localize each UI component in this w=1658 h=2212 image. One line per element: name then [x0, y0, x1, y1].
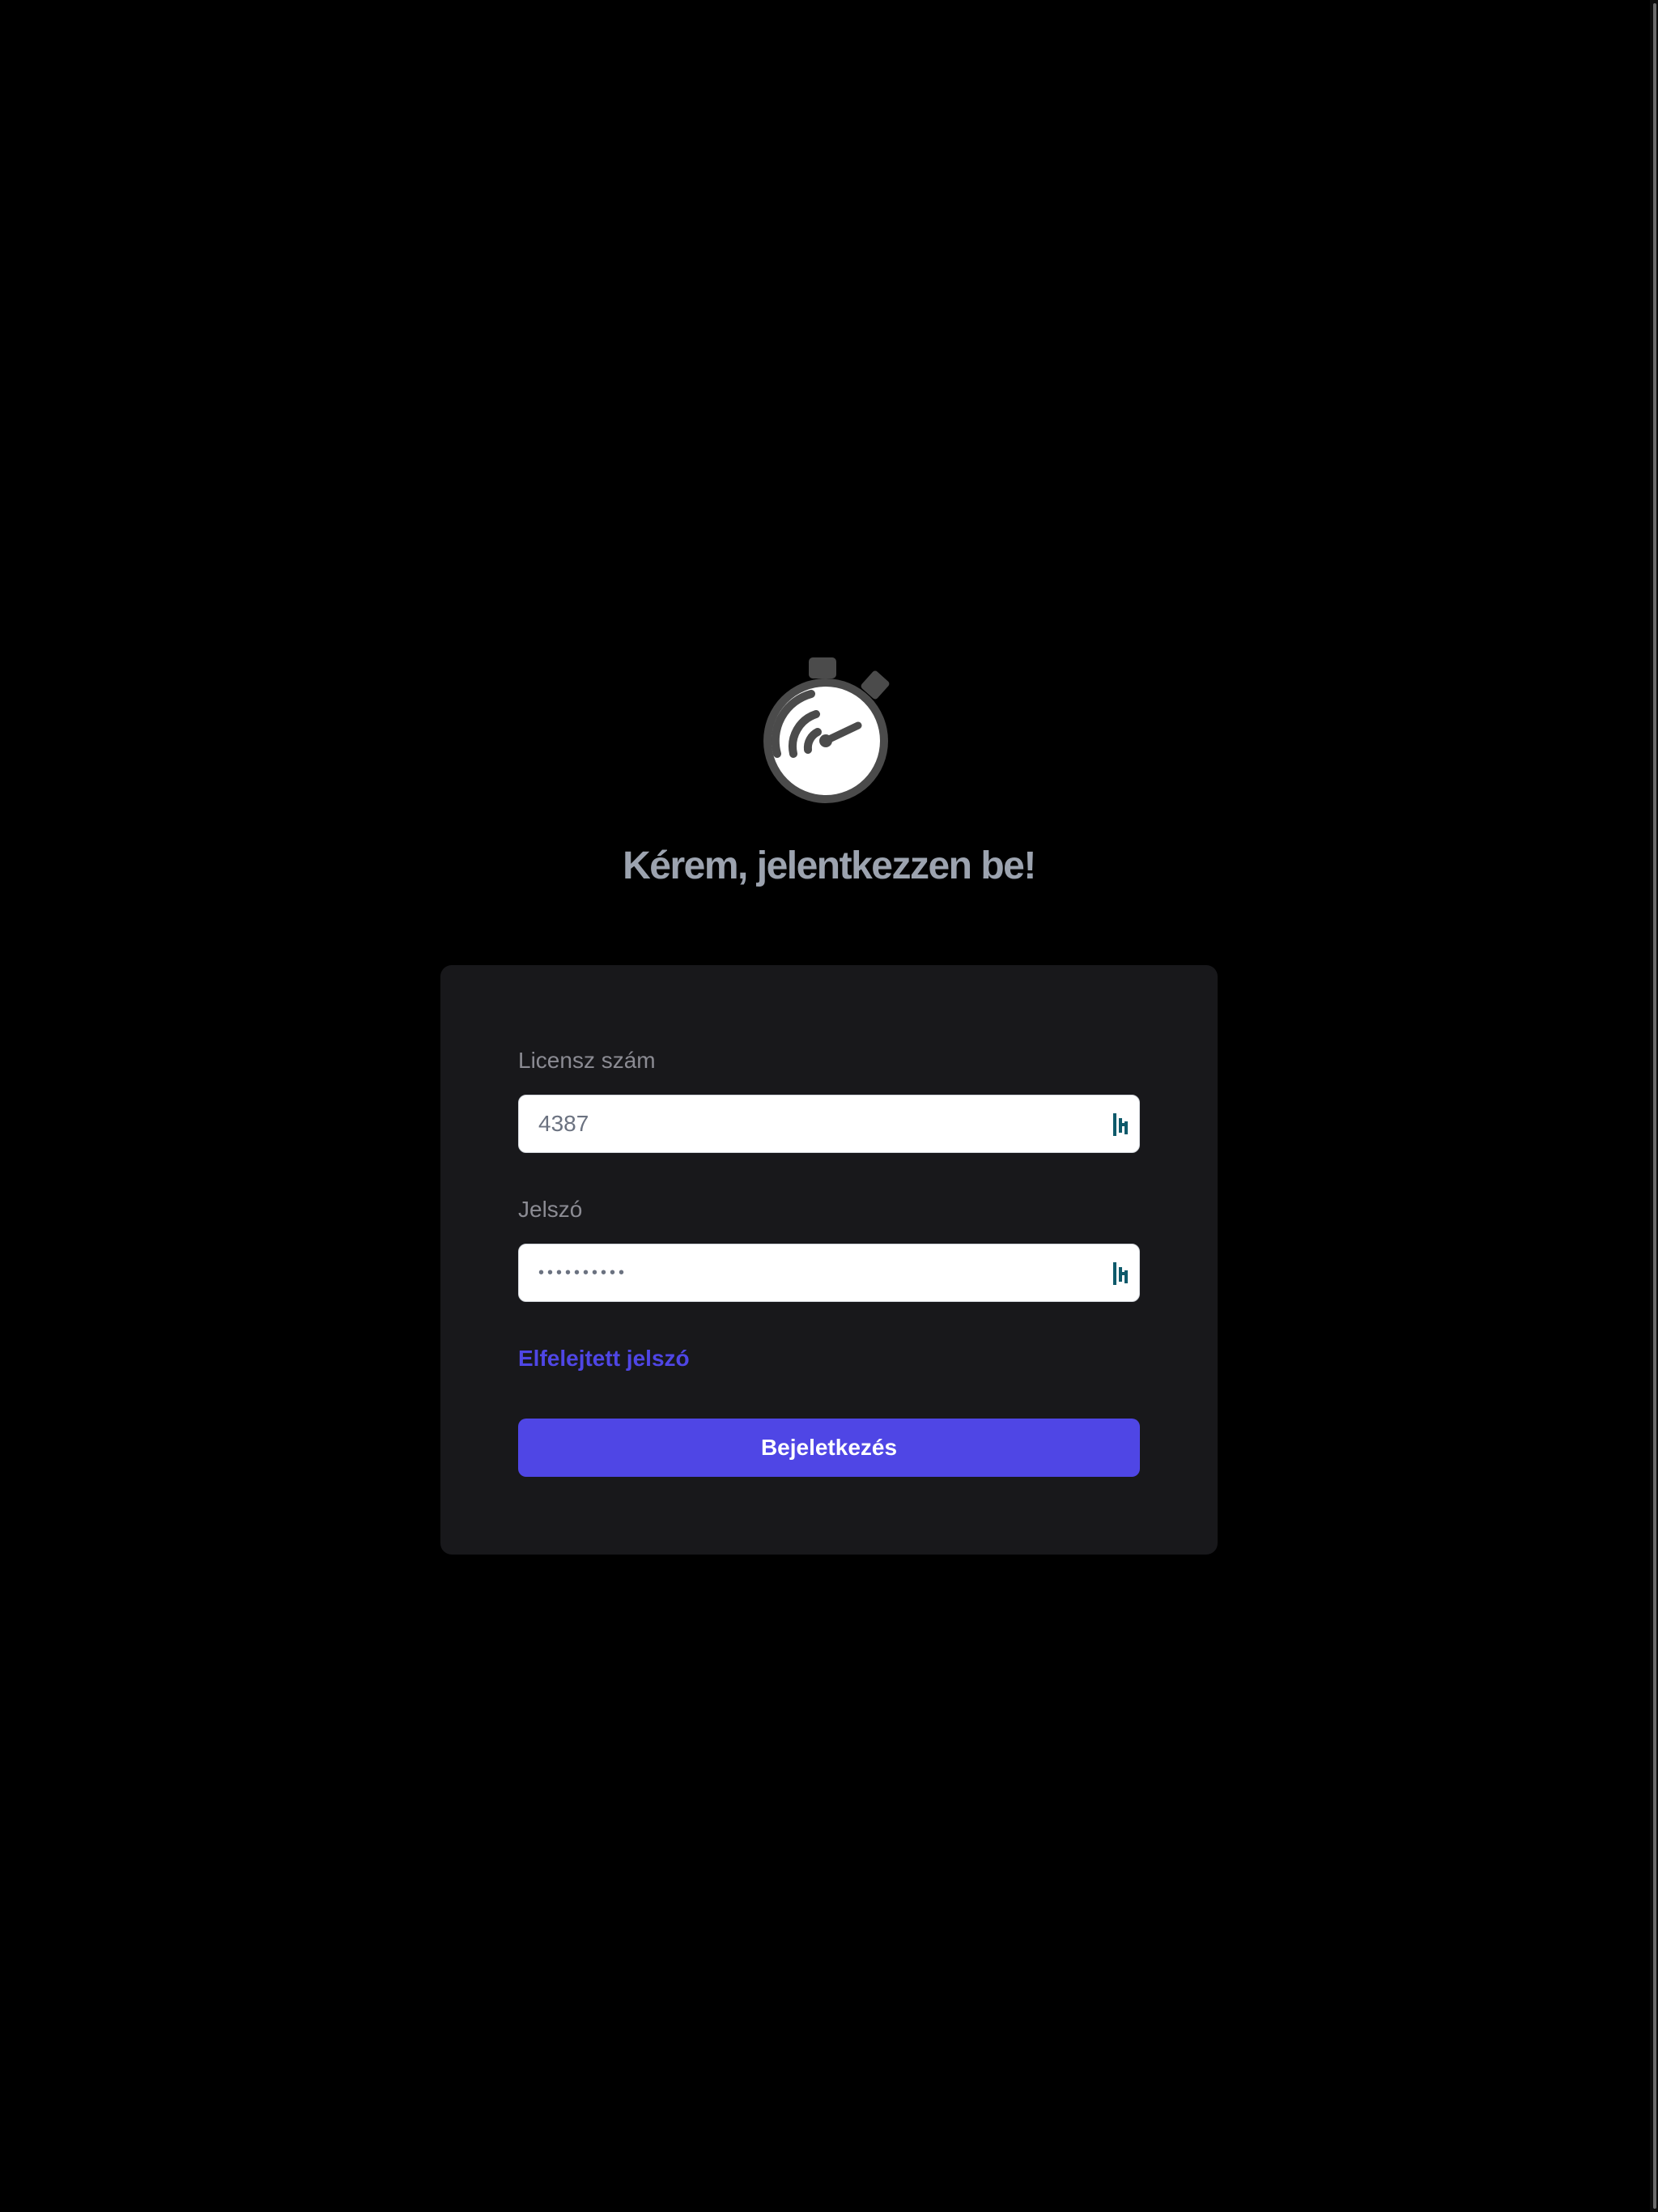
login-page: Kérem, jelentkezzen be! Licensz szám Jel…: [0, 0, 1658, 2212]
login-card: Licensz szám Jelszó Elfelejtett jelszó B…: [440, 965, 1218, 1555]
scrollbar-thumb[interactable]: [1653, 3, 1656, 2209]
license-number-input[interactable]: [519, 1095, 1139, 1152]
login-button[interactable]: Bejeletkezés: [518, 1419, 1140, 1477]
password-manager-icon[interactable]: [1112, 1261, 1131, 1287]
scrollbar[interactable]: [1650, 0, 1658, 2212]
license-number-field-wrapper: [518, 1095, 1140, 1153]
password-manager-icon[interactable]: [1112, 1112, 1131, 1138]
stopwatch-icon: [763, 657, 890, 803]
password-input[interactable]: [519, 1244, 1139, 1301]
forgot-password-link[interactable]: Elfelejtett jelszó: [518, 1346, 690, 1372]
password-field-wrapper: [518, 1244, 1140, 1302]
license-number-label: Licensz szám: [518, 1048, 656, 1073]
password-label: Jelszó: [518, 1197, 583, 1222]
page-title: Kérem, jelentkezzen be!: [623, 844, 1036, 887]
